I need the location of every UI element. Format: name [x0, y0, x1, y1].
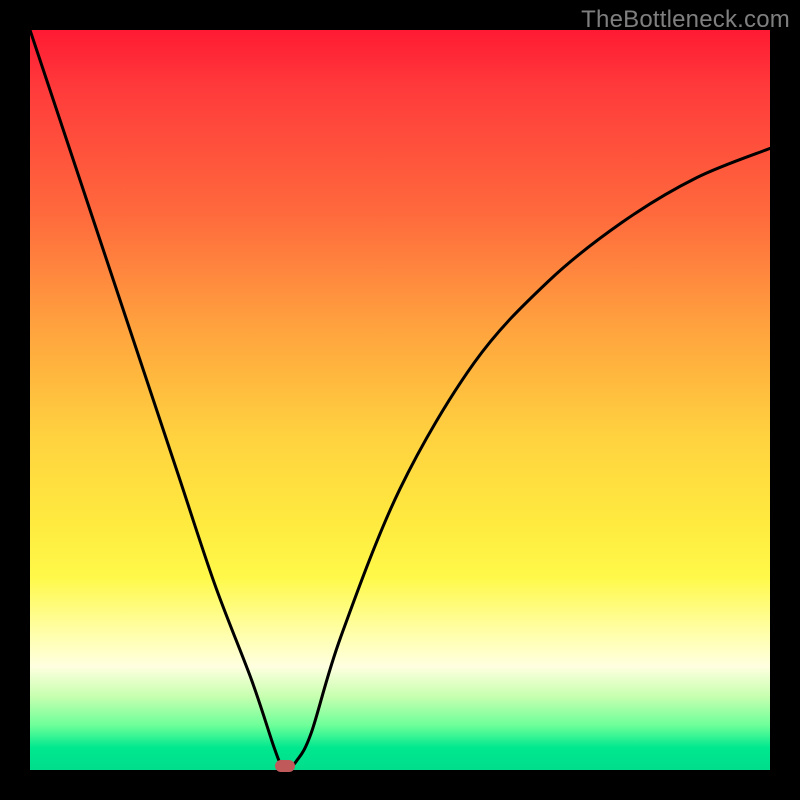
chart-frame: TheBottleneck.com [0, 0, 800, 800]
bottleneck-curve-path [30, 30, 770, 767]
optimum-marker [275, 760, 295, 772]
plot-area [30, 30, 770, 770]
curve-svg [30, 30, 770, 770]
